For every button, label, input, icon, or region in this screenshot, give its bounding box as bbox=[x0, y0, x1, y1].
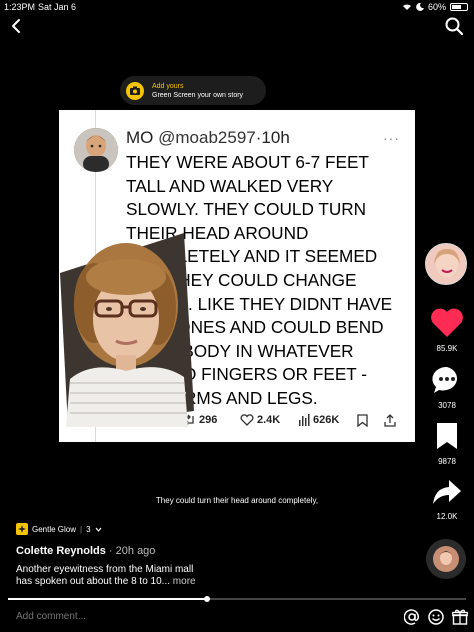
comment-count-side: 3078 bbox=[438, 401, 456, 410]
search-icon[interactable] bbox=[444, 16, 464, 36]
mention-icon[interactable] bbox=[404, 609, 420, 625]
tweet-handle: @moab2597 bbox=[158, 128, 256, 147]
tweet-likes: 2.4K bbox=[240, 414, 280, 426]
tweet-age: 10h bbox=[261, 128, 290, 147]
presenter-video-overlay bbox=[60, 233, 194, 427]
tweet-header: MO @moab2597·10h bbox=[126, 128, 290, 148]
description-line-2: has spoken out about the 8 to 10... bbox=[16, 576, 171, 587]
effect-count: 3 bbox=[86, 524, 91, 534]
post-separator: · bbox=[108, 545, 113, 557]
post-age: 20h ago bbox=[115, 545, 156, 557]
status-date: Sat Jan 6 bbox=[38, 2, 77, 12]
effect-tag[interactable]: Gentle Glow | 3 bbox=[16, 523, 102, 535]
gift-icon[interactable] bbox=[452, 609, 468, 625]
video-caption: They could turn their head around comple… bbox=[0, 495, 474, 506]
heart-icon bbox=[431, 308, 463, 337]
video-progress-fill bbox=[8, 598, 208, 600]
post-description: Another eyewitness from the Miami mall h… bbox=[16, 564, 316, 588]
music-disc[interactable] bbox=[426, 539, 466, 579]
add-yours-prompt[interactable]: Add yours Green Screen your own story bbox=[120, 76, 266, 105]
creator-avatar[interactable] bbox=[425, 243, 467, 285]
comments-button[interactable]: 3078 bbox=[425, 365, 469, 410]
add-yours-subtitle: Green Screen your own story bbox=[152, 91, 244, 99]
like-button[interactable]: 85.9K bbox=[425, 308, 469, 353]
retweet-count: 296 bbox=[199, 414, 218, 426]
status-time: 1:23PM bbox=[4, 2, 36, 12]
add-yours-text: Add yours Green Screen your own story bbox=[152, 82, 243, 100]
tweet-more-icon: ··· bbox=[383, 130, 400, 146]
moon-icon bbox=[416, 3, 424, 11]
tweet-line: SLOWLY. THEY COULD TURN bbox=[126, 199, 367, 220]
battery-icon bbox=[450, 3, 468, 11]
tweet-line: THEY WERE ABOUT 6-7 FEET bbox=[126, 152, 369, 172]
share-outline-icon bbox=[384, 414, 396, 427]
caption-text: They could turn their head around comple… bbox=[151, 495, 323, 506]
effect-icon bbox=[16, 523, 28, 535]
status-bar: 1:23PM Sat Jan 6 60% bbox=[0, 0, 474, 14]
effect-divider: | bbox=[80, 524, 83, 534]
tweet-avatar bbox=[74, 128, 118, 172]
like-count-side: 85.9K bbox=[436, 344, 458, 353]
video-progress-bar[interactable] bbox=[8, 596, 466, 602]
save-count-side: 9878 bbox=[438, 457, 456, 466]
bookmark-icon bbox=[357, 414, 368, 427]
views-icon bbox=[299, 414, 310, 426]
video-progress-thumb[interactable] bbox=[204, 596, 211, 602]
bookmark-filled-icon bbox=[437, 423, 457, 449]
tweet-views: 626K bbox=[298, 414, 339, 426]
back-arrow-icon[interactable] bbox=[8, 17, 26, 35]
tweet-display-name: MO bbox=[126, 128, 154, 147]
wifi-icon bbox=[402, 4, 411, 10]
status-indicators: 60% bbox=[402, 2, 468, 12]
chevron-down-icon bbox=[95, 527, 102, 532]
view-count: 626K bbox=[313, 414, 340, 426]
add-yours-title: Add yours bbox=[152, 82, 184, 90]
more-link[interactable]: more bbox=[173, 576, 196, 587]
camera-icon bbox=[126, 81, 144, 100]
post-author[interactable]: Colette Reynolds bbox=[16, 545, 106, 557]
description-line-1: Another eyewitness from the Miami mall bbox=[16, 564, 194, 575]
battery-percent: 60% bbox=[427, 2, 446, 12]
emoji-icon[interactable] bbox=[428, 609, 444, 625]
heart-outline-icon bbox=[240, 414, 254, 426]
comment-actions bbox=[404, 609, 468, 625]
effect-name: Gentle Glow bbox=[32, 524, 77, 534]
comment-bubble-icon bbox=[432, 366, 458, 393]
post-author-row: Colette Reynolds · 20h ago bbox=[16, 545, 155, 557]
comment-input[interactable] bbox=[16, 611, 316, 622]
save-button[interactable]: 9878 bbox=[425, 421, 469, 466]
like-count: 2.4K bbox=[257, 414, 281, 426]
tweet-line: TALL AND WALKED VERY bbox=[126, 175, 334, 196]
comment-bar bbox=[0, 605, 474, 632]
share-count-side: 12.0K bbox=[436, 512, 458, 521]
